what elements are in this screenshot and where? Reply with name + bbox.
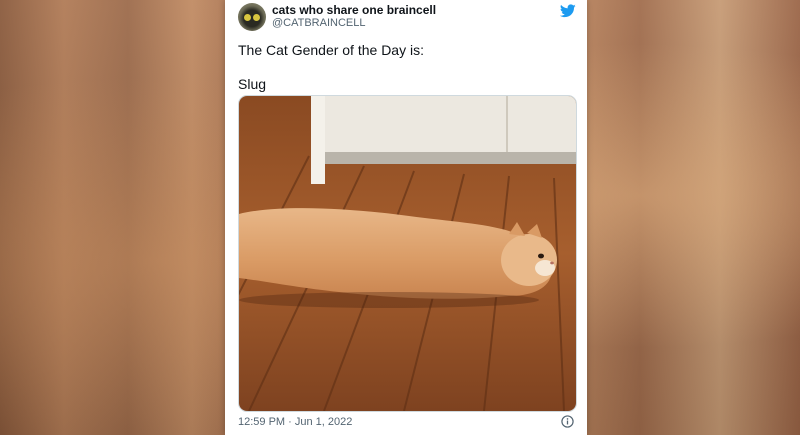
tweet-card[interactable]: cats who share one braincell @CATBRAINCE… bbox=[225, 0, 587, 435]
tweet-text-line: The Cat Gender of the Day is: bbox=[238, 42, 424, 58]
avatar-eye bbox=[244, 14, 251, 21]
info-icon[interactable] bbox=[561, 415, 574, 428]
avatar[interactable] bbox=[238, 3, 266, 31]
twitter-bird-icon[interactable] bbox=[560, 4, 576, 18]
tweet-text-line: Slug bbox=[238, 76, 267, 92]
avatar-eye bbox=[253, 14, 260, 21]
display-name[interactable]: cats who share one braincell bbox=[272, 3, 436, 17]
cat-on-wood-floor-image bbox=[239, 96, 576, 411]
tweet-photo[interactable] bbox=[238, 95, 577, 412]
tweet-timestamp[interactable]: 12:59 PM · Jun 1, 2022 bbox=[238, 416, 352, 428]
user-handle[interactable]: @CATBRAINCELL bbox=[272, 17, 365, 29]
